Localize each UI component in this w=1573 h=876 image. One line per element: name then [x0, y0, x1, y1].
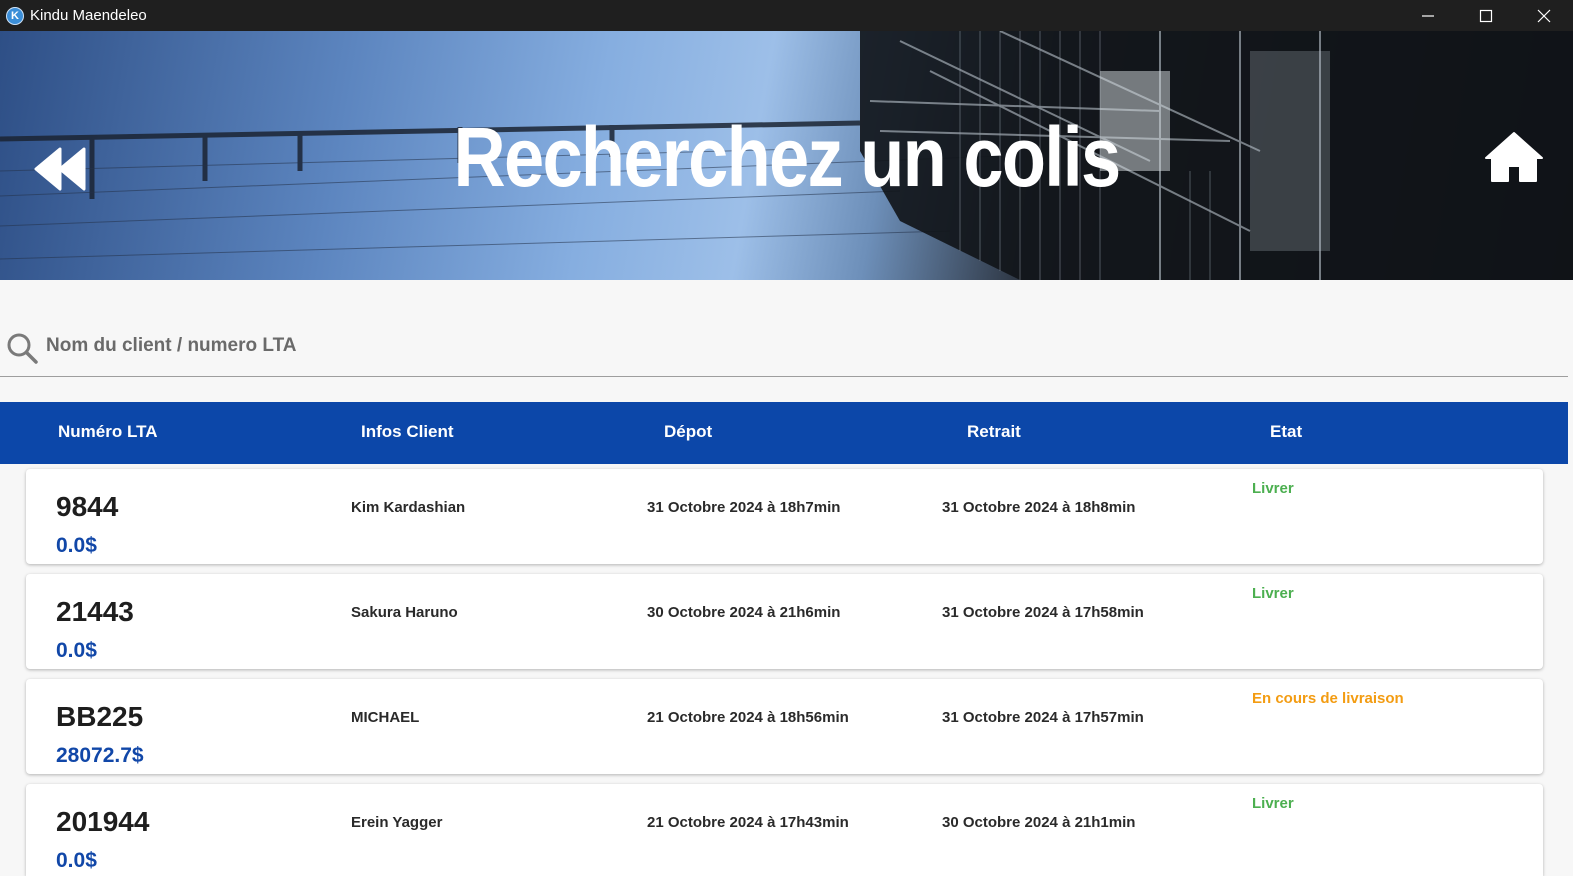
- depot-date: 31 Octobre 2024 à 18h7min: [647, 499, 841, 516]
- home-button[interactable]: [1484, 131, 1544, 183]
- search-input[interactable]: [46, 335, 646, 357]
- lta-number: 201944: [56, 806, 150, 837]
- client-name: Erein Yagger: [351, 814, 443, 831]
- table-row[interactable]: 9844 0.0$ Kim Kardashian 31 Octobre 2024…: [26, 469, 1543, 564]
- search-icon: [7, 333, 38, 364]
- home-icon: [1485, 132, 1543, 182]
- status-badge: Livrer: [1252, 585, 1294, 602]
- table-header: Numéro LTA Infos Client Dépot Retrait Et…: [0, 402, 1568, 464]
- header-banner: Recherchez un colis: [0, 31, 1573, 280]
- close-icon: [1537, 9, 1551, 22]
- depot-date: 30 Octobre 2024 à 21h6min: [647, 604, 841, 621]
- parcel-price: 28072.7$: [56, 744, 144, 767]
- minimize-icon: [1422, 14, 1434, 17]
- column-header-depot: Dépot: [664, 422, 713, 441]
- parcel-price: 0.0$: [56, 534, 97, 557]
- back-button[interactable]: [32, 147, 88, 191]
- minimize-button[interactable]: [1399, 0, 1457, 31]
- depot-date: 21 Octobre 2024 à 18h56min: [647, 709, 849, 726]
- maximize-button[interactable]: [1457, 0, 1515, 31]
- close-button[interactable]: [1515, 0, 1573, 31]
- search-bar: [0, 310, 1568, 377]
- rewind-back-icon: [34, 147, 86, 191]
- lta-number: BB225: [56, 701, 144, 732]
- lta-number: 9844: [56, 491, 119, 522]
- table-row[interactable]: 21443 0.0$ Sakura Haruno 30 Octobre 2024…: [26, 574, 1543, 669]
- depot-date: 21 Octobre 2024 à 17h43min: [647, 814, 849, 831]
- maximize-icon: [1479, 9, 1493, 22]
- window-controls: [1399, 0, 1573, 31]
- table-row[interactable]: 201944 0.0$ Erein Yagger 21 Octobre 2024…: [26, 784, 1543, 876]
- client-name: MICHAEL: [351, 709, 420, 726]
- window-titlebar: K Kindu Maendeleo: [0, 0, 1573, 31]
- status-badge: En cours de livraison: [1252, 690, 1404, 707]
- lta-number: 21443: [56, 596, 134, 627]
- page-title: Recherchez un colis: [453, 110, 1122, 204]
- client-name: Kim Kardashian: [351, 499, 466, 516]
- table-row[interactable]: BB225 28072.7$ MICHAEL 21 Octobre 2024 à…: [26, 679, 1543, 774]
- column-header-etat: Etat: [1270, 422, 1303, 441]
- parcel-price: 0.0$: [56, 639, 97, 662]
- column-header-lta: Numéro LTA: [58, 422, 158, 441]
- parcel-price: 0.0$: [56, 849, 97, 872]
- retrait-date: 31 Octobre 2024 à 17h58min: [942, 604, 1144, 621]
- column-header-client: Infos Client: [361, 422, 454, 441]
- retrait-date: 31 Octobre 2024 à 17h57min: [942, 709, 1144, 726]
- app-logo-icon: K: [6, 6, 24, 25]
- window-title: Kindu Maendeleo: [30, 7, 147, 24]
- status-badge: Livrer: [1252, 795, 1294, 812]
- retrait-date: 31 Octobre 2024 à 18h8min: [942, 499, 1136, 516]
- column-header-retrait: Retrait: [967, 422, 1021, 441]
- status-badge: Livrer: [1252, 480, 1294, 497]
- client-name: Sakura Haruno: [351, 604, 458, 621]
- retrait-date: 30 Octobre 2024 à 21h1min: [942, 814, 1136, 831]
